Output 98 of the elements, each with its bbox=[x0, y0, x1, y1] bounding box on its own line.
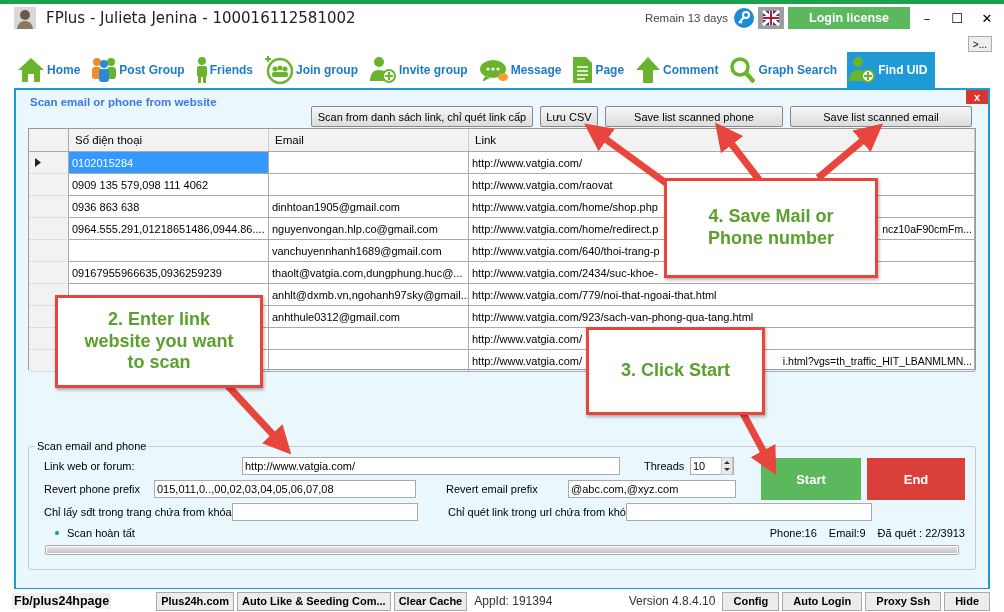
table-cell[interactable]: 0909 135 579,098 111 4062 bbox=[69, 174, 269, 196]
action-button[interactable]: Lưu CSV bbox=[540, 106, 598, 127]
toolbar-tab[interactable]: Post Group bbox=[90, 52, 193, 88]
avatar-icon bbox=[14, 7, 36, 29]
link-text: http://www.vatgia.com/640/thoi-trang-p bbox=[472, 244, 660, 257]
table-cell[interactable] bbox=[269, 174, 469, 196]
field-label: Revert phone prefix bbox=[43, 482, 141, 495]
table-cell[interactable] bbox=[269, 350, 469, 372]
toolbar-tab[interactable]: Comment bbox=[634, 52, 727, 88]
panel-title: Scan email or phone from website bbox=[30, 96, 217, 110]
field-label: Link web or forum: bbox=[43, 459, 136, 472]
page-label: Fb/plus24hpage bbox=[12, 593, 112, 609]
chat-icon bbox=[479, 59, 508, 81]
field-label: Threads bbox=[644, 459, 686, 472]
people-icon bbox=[92, 58, 117, 82]
link-text: http://www.vatgia.com/raovat bbox=[472, 178, 613, 191]
status-bar-button[interactable]: Plus24h.com bbox=[156, 591, 234, 611]
action-button[interactable]: Scan from danh sách link, chỉ quét link cấp bbox=[311, 106, 533, 127]
table-cell[interactable]: anhthule0312@gmail.com bbox=[269, 306, 469, 328]
person-icon bbox=[196, 57, 207, 83]
app-id: AppId: 191394 bbox=[474, 594, 553, 608]
end-button[interactable]: End bbox=[867, 458, 965, 500]
field-label: Revert email prefix bbox=[446, 482, 539, 495]
table-cell[interactable]: vanchuyennhanh1689@gmail.com bbox=[269, 240, 469, 262]
group-legend: Scan email and phone bbox=[35, 440, 149, 452]
link-text: i.html?vgs=th_traffic_HIT_LBANMLMN... bbox=[782, 354, 973, 367]
action-button[interactable]: Save list scanned phone bbox=[605, 106, 783, 127]
email-prefix-field[interactable]: @abc.com,@xyz.com bbox=[568, 479, 736, 498]
link-text: ncz10aF90cmFm... bbox=[882, 222, 973, 235]
table-cell[interactable]: 0964.555.291,01218651486,0944.86.... bbox=[69, 218, 269, 240]
up-arrow-icon bbox=[636, 57, 661, 83]
flag-icon[interactable] bbox=[758, 7, 784, 29]
status-bar-button[interactable]: Auto Login bbox=[782, 591, 863, 611]
document-icon bbox=[573, 57, 593, 83]
status-bar-button[interactable]: Clear Cache bbox=[393, 591, 468, 611]
table-cell[interactable]: nguyenvongan.hlp.co@gmail.com bbox=[269, 218, 469, 240]
status-bar-button[interactable]: Hide bbox=[944, 591, 990, 611]
callout-text: 2. Enter link website you want to scan bbox=[83, 309, 235, 374]
toolbar-tab[interactable]: Graph Search bbox=[728, 52, 846, 88]
spinner-arrows-icon bbox=[721, 456, 733, 475]
table-cell[interactable] bbox=[269, 152, 469, 174]
minimize-button[interactable]: – bbox=[914, 10, 940, 26]
callout-text: 3. Click Start bbox=[620, 360, 730, 382]
link-text: http://www.vatgia.com/ bbox=[472, 354, 583, 367]
table-cell[interactable]: 0936 863 638 bbox=[69, 196, 269, 218]
license-remaining: Remain 13 days bbox=[644, 12, 728, 24]
table-cell[interactable] bbox=[269, 328, 469, 350]
toolbar-tab[interactable]: Home bbox=[16, 52, 89, 88]
scanned-count: Đã quét : 22/3913 bbox=[877, 527, 965, 539]
column-header[interactable]: Email bbox=[269, 129, 469, 151]
maximize-button[interactable]: ☐ bbox=[944, 10, 970, 26]
panel-close-button[interactable]: x bbox=[966, 90, 988, 104]
phone-prefix-field[interactable]: 015,011,0..,00,02,03,04,05,06,07,08 bbox=[154, 479, 416, 498]
toolbar-tab[interactable]: Page bbox=[571, 52, 633, 88]
close-button[interactable]: ✕ bbox=[974, 10, 1000, 26]
column-header[interactable]: Số điện thoại bbox=[69, 129, 269, 151]
link-text: http://www.vatgia.com/ bbox=[472, 156, 583, 169]
table-cell[interactable]: http://www.vatgia.com/ bbox=[469, 152, 975, 174]
table-cell[interactable]: anhlt@dxmb.vn,ngohanh97sky@gmail... bbox=[269, 284, 469, 306]
table-cell[interactable]: thaolt@vatgia.com,dungphung.huc@... bbox=[269, 262, 469, 284]
search-icon bbox=[730, 57, 756, 83]
add-user-icon bbox=[849, 57, 876, 83]
toolbar-tab[interactable]: Invite group bbox=[368, 52, 476, 88]
add-user-icon bbox=[370, 57, 397, 83]
field-label: Chỉ lấy sđt trong trang chứa from khóa: bbox=[43, 505, 232, 518]
field-label: Chỉ quét link trong url chứa from khó bbox=[448, 505, 626, 518]
link-input-field[interactable]: http://www.vatgia.com/ bbox=[242, 456, 620, 475]
toolbar-tab[interactable]: Friends bbox=[194, 52, 262, 88]
email-count: Email:9 bbox=[828, 527, 866, 539]
toolbar-tab[interactable]: Join group bbox=[263, 52, 367, 88]
status-dot-icon bbox=[55, 531, 59, 535]
phone-keyword-field[interactable] bbox=[232, 502, 418, 521]
threads-spinner[interactable]: 10 bbox=[690, 456, 734, 475]
house-icon bbox=[18, 58, 44, 82]
version-label: Version 4.8.4.10 bbox=[628, 594, 716, 608]
toolbar-tab[interactable]: Message bbox=[477, 52, 570, 88]
table-cell[interactable]: dinhtoan1905@gmail.com bbox=[269, 196, 469, 218]
link-text: http://www.vatgia.com/ bbox=[472, 332, 583, 345]
table-cell[interactable]: 09167955966635,0936259239 bbox=[69, 262, 269, 284]
link-text: http://www.vatgia.com/923/sach-van-phong-qua-tang.html bbox=[472, 310, 754, 323]
link-text: http://www.vatgia.com/779/noi-that-ngoai-that.html bbox=[472, 288, 717, 301]
column-header[interactable]: Link bbox=[469, 129, 975, 151]
key-icon[interactable] bbox=[734, 8, 754, 28]
phone-count: Phone:16 bbox=[769, 527, 817, 539]
table-cell[interactable]: http://www.vatgia.com/779/noi-that-ngoai-that.html bbox=[469, 284, 975, 306]
link-text: http://www.vatgia.com/home/redirect.p bbox=[472, 222, 659, 235]
status-bar-button[interactable]: Auto Like & Seeding Com... bbox=[237, 591, 391, 611]
link-text: http://www.vatgia.com/2434/suc-khoe- bbox=[472, 266, 658, 279]
status-bar-button[interactable]: Proxy Ssh bbox=[865, 591, 942, 611]
link-text: http://www.vatgia.com/home/shop.php bbox=[472, 200, 658, 213]
link-keyword-field[interactable] bbox=[625, 502, 872, 521]
row-header[interactable] bbox=[29, 152, 69, 174]
table-cell[interactable] bbox=[69, 240, 269, 262]
status-text: Scan hoàn tất bbox=[67, 527, 135, 539]
more-button[interactable]: >... bbox=[967, 36, 992, 52]
window-title: FPlus - Julieta Jenina - 100016112581002 bbox=[46, 9, 356, 27]
action-button[interactable]: Save list scanned email bbox=[790, 106, 972, 127]
status-bar-button[interactable]: Config bbox=[722, 591, 780, 611]
